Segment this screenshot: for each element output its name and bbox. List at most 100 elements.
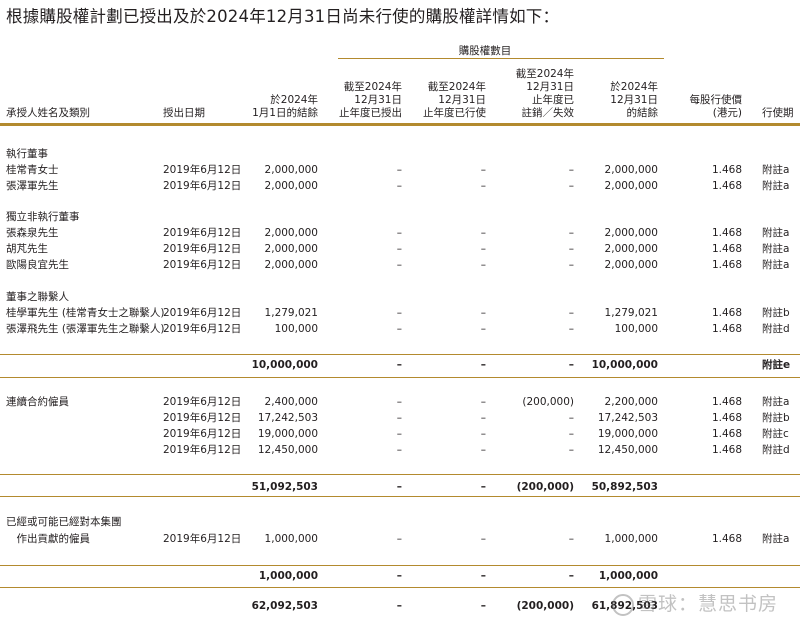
cell-price: 1.468	[711, 444, 742, 456]
cell-granted: –	[396, 396, 402, 408]
cell-open: 10,000,000	[251, 359, 318, 371]
cell-close: 50,892,503	[591, 481, 658, 493]
cell-cancelled: –	[568, 323, 574, 335]
cell-open: 17,242,503	[257, 412, 318, 424]
subtotal-row: 10,000,000 – – – 10,000,000 附註e	[0, 357, 800, 373]
cell-period: 附註b	[762, 307, 790, 319]
cell-open: 2,400,000	[264, 396, 318, 408]
cell-name: 張森泉先生	[6, 227, 59, 239]
category-label-row: 執行董事	[0, 146, 800, 162]
cell-granted: –	[396, 227, 402, 239]
section-rule	[0, 377, 800, 378]
cell-open: 2,000,000	[264, 164, 318, 176]
subtotal-row: 1,000,000 – – – 1,000,000	[0, 568, 800, 584]
cell-granted: –	[396, 323, 402, 335]
cell-granted: –	[396, 259, 402, 271]
cell-exercised: –	[480, 481, 486, 493]
table-row: 張澤軍先生 2019年6月12日 2,000,000 – – – 2,000,000 1.46…	[0, 178, 800, 194]
cell-exercised: –	[480, 412, 486, 424]
header-close: 於2024年 12月31日 的結餘	[610, 81, 658, 119]
cell-open: 19,000,000	[257, 428, 318, 440]
cell-exercised: –	[480, 180, 486, 192]
section-rule	[0, 587, 800, 588]
snowball-logo-icon	[611, 593, 634, 616]
cell-date: 2019年6月12日	[163, 428, 242, 440]
cell-name: 張澤軍先生	[6, 180, 59, 192]
category-label-row: 董事之聯繫人	[0, 289, 800, 305]
header-rule	[0, 123, 800, 126]
cell-cancelled: –	[568, 180, 574, 192]
cell-name: 作出貢獻的僱員	[6, 533, 90, 545]
cell-open: 51,092,503	[251, 481, 318, 493]
cell-exercised: –	[480, 307, 486, 319]
cell-date: 2019年6月12日	[163, 243, 242, 255]
cell-close: 19,000,000	[597, 428, 658, 440]
category-label-row: 已經或可能已經對本集團	[0, 514, 800, 530]
cell-close: 2,000,000	[604, 243, 658, 255]
cell-granted: –	[396, 533, 402, 545]
cell-exercised: –	[480, 600, 486, 612]
header-period: 行使期	[762, 107, 794, 119]
cell-granted: –	[396, 600, 402, 612]
cell-name: 已經或可能已經對本集團	[6, 516, 122, 528]
cell-name: 張澤飛先生 (張澤軍先生之聯繫人)	[6, 323, 165, 335]
cell-open: 100,000	[274, 323, 318, 335]
cell-date: 2019年6月12日	[163, 307, 242, 319]
cell-date: 2019年6月12日	[163, 227, 242, 239]
cell-period: 附註d	[762, 444, 790, 456]
cell-cancelled: –	[568, 412, 574, 424]
cell-period: 附註b	[762, 412, 790, 424]
cell-exercised: –	[480, 259, 486, 271]
cell-exercised: –	[480, 227, 486, 239]
cell-cancelled: –	[568, 570, 574, 582]
section-rule	[0, 354, 800, 355]
header-price: 每股行使價 (港元)	[689, 94, 743, 119]
table-row: 胡芃先生 2019年6月12日 2,000,000 – – – 2,000,000 1.468…	[0, 241, 800, 257]
cell-close: 2,200,000	[604, 396, 658, 408]
cell-granted: –	[396, 164, 402, 176]
cell-period: 附註a	[762, 533, 790, 545]
cell-cancelled: (200,000)	[516, 481, 574, 493]
table-row: 張森泉先生 2019年6月12日 2,000,000 – – – 2,000,000 1.46…	[0, 225, 800, 241]
cell-name: 桂學軍先生 (桂常青女士之聯繫人)	[6, 307, 165, 319]
cell-open: 1,000,000	[264, 533, 318, 545]
cell-exercised: –	[480, 533, 486, 545]
cell-price: 1.468	[711, 307, 742, 319]
cell-period: 附註a	[762, 164, 790, 176]
cell-period: 附註c	[762, 428, 789, 440]
table-row: 桂學軍先生 (桂常青女士之聯繫人) 2019年6月12日 1,279,021 – – – 1…	[0, 305, 800, 321]
watermark-text: 雪球：慧思书房	[637, 593, 778, 615]
section-rule	[0, 565, 800, 566]
cell-period: 附註e	[762, 359, 791, 371]
cell-exercised: –	[480, 359, 486, 371]
cell-close: 1,000,000	[598, 570, 658, 582]
table-row: 作出貢獻的僱員 2019年6月12日 1,000,000 – – – 1,000,000 1.…	[0, 531, 800, 547]
section-rule	[0, 496, 800, 497]
cell-price: 1.468	[711, 428, 742, 440]
cell-cancelled: –	[568, 164, 574, 176]
watermark: 雪球：慧思书房	[611, 589, 778, 616]
table-row: 2019年6月12日 17,242,503 – – – 17,242,503 1.468 附註…	[0, 410, 800, 426]
cell-cancelled: (200,000)	[516, 600, 574, 612]
cell-date: 2019年6月12日	[163, 444, 242, 456]
cell-close: 100,000	[614, 323, 658, 335]
category-label-row: 獨立非執行董事	[0, 209, 800, 225]
cell-date: 2019年6月12日	[163, 164, 242, 176]
cell-price: 1.468	[711, 396, 742, 408]
cell-period: 附註a	[762, 259, 790, 271]
cell-close: 12,450,000	[597, 444, 658, 456]
cell-granted: –	[396, 570, 402, 582]
header-open: 於2024年 1月1日的結餘	[252, 94, 318, 119]
cell-open: 62,092,503	[251, 600, 318, 612]
cell-price: 1.468	[711, 323, 742, 335]
cell-open: 1,000,000	[258, 570, 318, 582]
header-granted: 截至2024年 12月31日 止年度已授出	[339, 81, 402, 119]
cell-name: 歐陽良宜先生	[6, 259, 69, 271]
cell-price: 1.468	[711, 227, 742, 239]
cell-date: 2019年6月12日	[163, 396, 242, 408]
cell-close: 10,000,000	[591, 359, 658, 371]
cell-granted: –	[396, 243, 402, 255]
cell-close: 2,000,000	[604, 180, 658, 192]
cell-price: 1.468	[711, 180, 742, 192]
cell-close: 2,000,000	[604, 227, 658, 239]
